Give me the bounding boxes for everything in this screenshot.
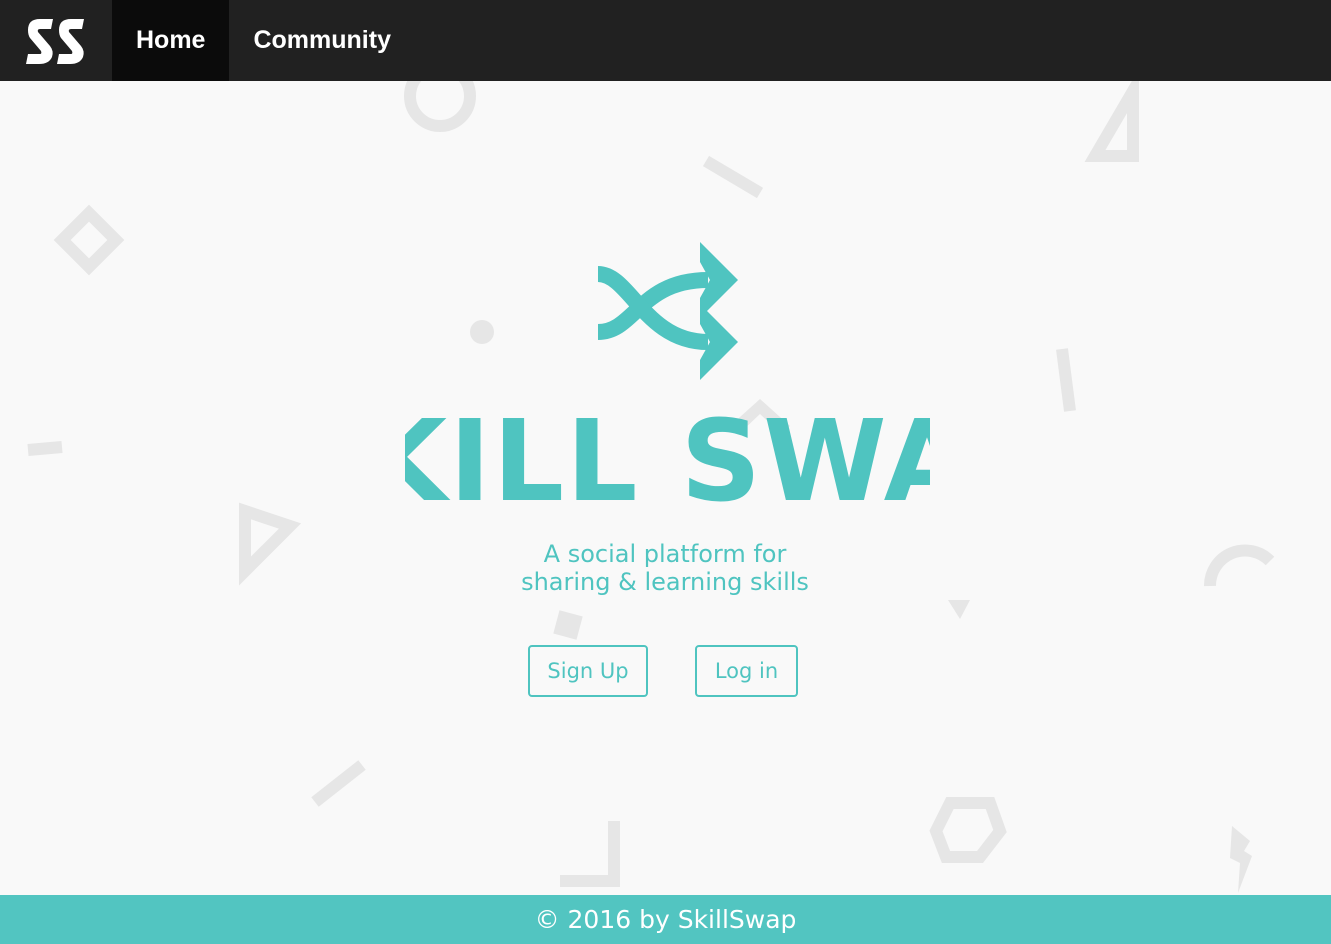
deco-hexagon [929, 797, 1007, 863]
top-navbar: Home Community [0, 0, 1331, 81]
skillswap-logo-icon [26, 18, 84, 64]
deco-square-small [553, 610, 583, 640]
nav-item-home[interactable]: Home [112, 0, 230, 81]
nav-item-community[interactable]: Community [229, 0, 415, 81]
logo-link[interactable] [0, 0, 112, 81]
deco-line [27, 441, 63, 456]
tagline-line-1: A social platform for [543, 540, 787, 568]
deco-corner [560, 821, 620, 887]
copyright-text: © 2016 by SkillSwap [534, 905, 797, 934]
deco-circle-outline [404, 81, 476, 132]
tagline: A social platform for sharing & learning… [415, 540, 915, 596]
shuffle-arrows-icon [596, 242, 738, 380]
deco-arc [1203, 544, 1275, 587]
signup-button[interactable]: Sign Up [528, 645, 648, 697]
wordmark-text: SKILL SWAP [405, 397, 930, 510]
deco-dot [470, 320, 494, 344]
login-button[interactable]: Log in [695, 645, 798, 697]
deco-line [1056, 348, 1076, 412]
deco-triangle [239, 502, 302, 586]
page: Home Community SKILL SWAP A social platf… [0, 0, 1331, 944]
tagline-line-2: sharing & learning skills [521, 568, 809, 596]
skillswap-wordmark: SKILL SWAP [278, 395, 1055, 527]
deco-bolt [1230, 826, 1252, 893]
deco-diamond [53, 204, 125, 276]
deco-triangle-small [948, 600, 970, 619]
footer: © 2016 by SkillSwap [0, 895, 1331, 944]
deco-triangle [1084, 81, 1139, 162]
deco-line [311, 760, 366, 807]
deco-line [702, 155, 764, 199]
wordmark-graphic: SKILL SWAP [278, 397, 1055, 527]
